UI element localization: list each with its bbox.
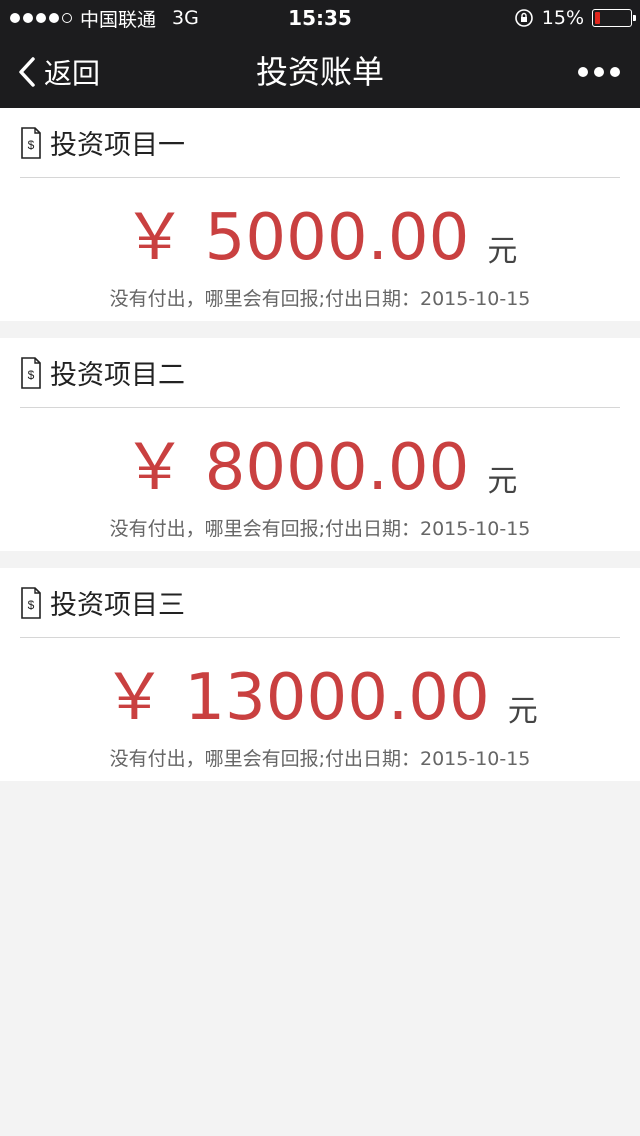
svg-text:$: $ xyxy=(28,138,35,152)
orientation-lock-icon xyxy=(514,9,533,27)
investment-note: 没有付出，哪里会有回报;付出日期：2015-10-15 xyxy=(109,748,531,770)
investment-card[interactable]: $ 投资项目三 ￥ 13000.00 元 没有付出，哪里会有回报;付出日期：20… xyxy=(0,568,640,781)
amount-unit: 元 xyxy=(487,234,518,269)
battery-percent: 15% xyxy=(541,7,584,29)
back-label: 返回 xyxy=(44,57,101,90)
svg-text:$: $ xyxy=(28,368,35,382)
chevron-left-icon xyxy=(19,57,35,87)
investment-title: 投资项目一 xyxy=(50,130,185,161)
investment-note: 没有付出，哪里会有回报;付出日期：2015-10-15 xyxy=(109,518,531,540)
battery-icon xyxy=(592,9,636,27)
back-button[interactable]: 返回 xyxy=(16,36,100,108)
navigation-bar: 返回 投资账单 xyxy=(0,36,640,108)
amount-unit: 元 xyxy=(487,464,518,499)
status-bar: 中国联通 3G 15:35 15% xyxy=(0,0,640,36)
investment-note: 没有付出，哪里会有回报;付出日期：2015-10-15 xyxy=(109,288,531,310)
card-header: $ 投资项目三 xyxy=(20,568,620,638)
signal-dots-icon xyxy=(10,13,72,23)
invoice-document-icon: $ xyxy=(21,356,41,389)
investment-title: 投资项目三 xyxy=(50,590,185,621)
currency-symbol: ￥ xyxy=(122,201,187,275)
card-header: $ 投资项目二 xyxy=(20,338,620,408)
invoice-document-icon: $ xyxy=(21,126,41,159)
currency-symbol: ￥ xyxy=(102,661,167,735)
network-type: 3G xyxy=(172,7,199,29)
card-header: $ 投资项目一 xyxy=(20,108,620,178)
investment-amount: 5000.00 xyxy=(204,201,470,275)
currency-symbol: ￥ xyxy=(122,431,187,505)
investment-amount: 8000.00 xyxy=(204,431,470,505)
investment-card[interactable]: $ 投资项目一 ￥ 5000.00 元 没有付出，哪里会有回报;付出日期：201… xyxy=(0,108,640,321)
invoice-document-icon: $ xyxy=(21,586,41,619)
more-dots-icon[interactable] xyxy=(578,36,620,108)
amount-row: ￥ 8000.00 元 xyxy=(0,432,640,504)
amount-row: ￥ 13000.00 元 xyxy=(0,662,640,734)
amount-row: ￥ 5000.00 元 xyxy=(0,202,640,274)
investment-title: 投资项目二 xyxy=(50,360,185,391)
carrier-name: 中国联通 xyxy=(80,8,157,31)
investment-card[interactable]: $ 投资项目二 ￥ 8000.00 元 没有付出，哪里会有回报;付出日期：201… xyxy=(0,338,640,551)
investment-amount: 13000.00 xyxy=(184,661,490,735)
investment-list: $ 投资项目一 ￥ 5000.00 元 没有付出，哪里会有回报;付出日期：201… xyxy=(0,108,640,798)
svg-text:$: $ xyxy=(28,598,35,612)
amount-unit: 元 xyxy=(507,694,538,729)
